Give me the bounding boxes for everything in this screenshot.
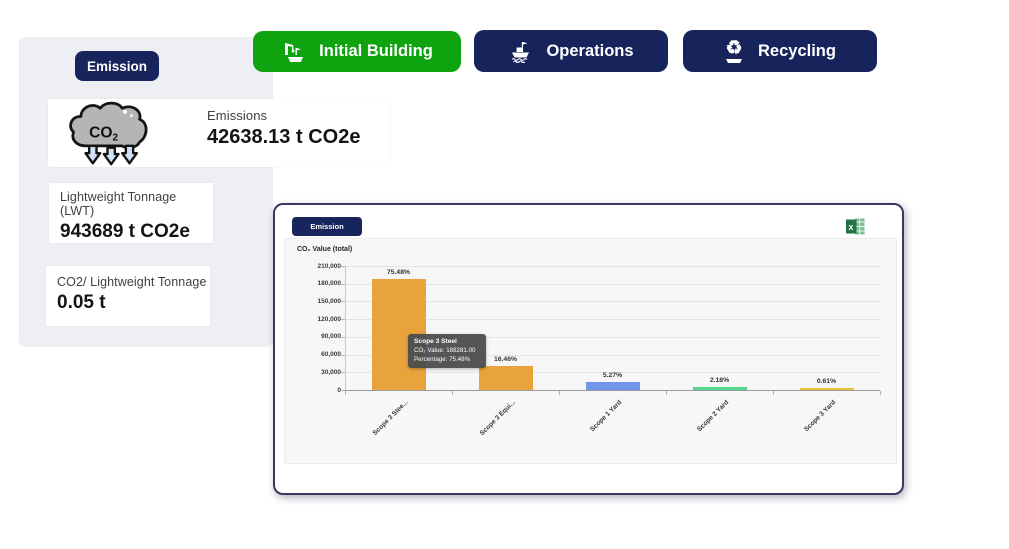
chart-tooltip: Scope 3 Steel CO₂ Value: 188281.00 Perce… [408,334,486,368]
x-tick-mark [880,391,881,395]
tab-initial-building[interactable]: Initial Building [253,31,461,72]
bar-percent-label: 75.48% [386,268,411,276]
y-tick-label: 150,000 [317,297,342,305]
recycle-hull-icon [726,58,743,63]
chart-window-badge-label: Emission [310,222,344,231]
y-tick-label: 90,000 [321,333,341,341]
chart-gridline [345,266,880,267]
bar-chart: CO₂ Value (total) 210,000 180,000 150,000 1… [284,238,897,464]
emissions-card-value: 42638.13 t CO2e [207,126,361,148]
bar-scope-1-yard[interactable] [585,382,640,390]
y-tick-label: 60,000 [321,351,341,359]
co2-per-lwt-card: CO2/ Lightweight Tonnage 0.05 t [46,266,210,326]
ship-waves-icon [511,41,530,63]
co2-per-lwt-card-label: CO2/ Lightweight Tonnage [57,275,207,289]
tab-recycling-label: Recycling [758,41,836,60]
emission-panel-badge-label: Emission [86,58,148,74]
co2-cloud-icon: CO2 [69,101,148,166]
tooltip-percent-line: Percentage: 75.48% [414,355,471,363]
x-category-label: Scope 1 Yard [589,399,624,434]
x-tick-mark [559,391,560,395]
bar-scope-3-equi[interactable] [478,365,533,390]
x-category-label: Scope 3 Yard [803,399,838,434]
tab-operations[interactable]: Operations [474,30,668,72]
y-tick-label: 0 [337,386,341,394]
chart-plot-area: 210,000 180,000 150,000 120,000 90,000 60,000… [285,239,898,465]
y-tick-label: 210,000 [317,262,342,270]
bar-scope-3-yard[interactable] [799,388,854,390]
x-tick-mark [452,391,453,395]
x-tick-mark [666,391,667,395]
bar-percent-label: 0.61% [816,378,837,386]
emission-chart-window: Emission x CO₂ Value (total) 210,000 180,… [273,203,904,495]
emissions-card-label: Emissions [207,108,268,123]
bar-percent-label: 2.18% [709,376,730,384]
excel-export-icon[interactable]: x [846,218,865,235]
x-tick-mark [773,391,774,395]
y-tick-label: 30,000 [321,368,341,376]
svg-text:x: x [848,222,853,232]
recycle-ship-icon: ♻ [725,37,743,59]
emission-panel-badge: Emission [75,51,159,81]
lwt-card: Lightweight Tonnage (LWT) 943689 t CO2e [49,183,213,243]
co2-per-lwt-card-value: 0.05 t [57,292,106,313]
tooltip-title: Scope 3 Steel [414,338,457,345]
x-category-label: Scope 2 Yard [696,399,731,434]
lwt-card-value: 943689 t CO2e [60,221,190,242]
chart-gridline [345,390,880,391]
x-tick-mark [345,391,346,395]
bar-percent-label: 16.46% [493,355,518,363]
y-tick-label: 120,000 [317,315,342,323]
bar-scope-2-yard[interactable] [692,386,747,390]
x-category-label: Scope 3 Stee... [371,399,410,437]
tab-initial-building-label: Initial Building [319,42,433,60]
tab-recycling[interactable]: ♻ Recycling [683,30,877,72]
tab-operations-label: Operations [546,41,634,60]
lwt-card-label: Lightweight Tonnage (LWT) [60,190,177,218]
chart-window-badge[interactable]: Emission [292,217,362,236]
y-tick-label: 180,000 [317,280,342,288]
chart-y-axis [345,266,346,390]
x-category-label: Scope 3 Equi... [478,399,517,438]
tooltip-value-line: CO₂ Value: 188281.00 [414,347,476,354]
bar-percent-label: 5.27% [602,372,623,380]
crane-ship-icon [285,42,304,62]
